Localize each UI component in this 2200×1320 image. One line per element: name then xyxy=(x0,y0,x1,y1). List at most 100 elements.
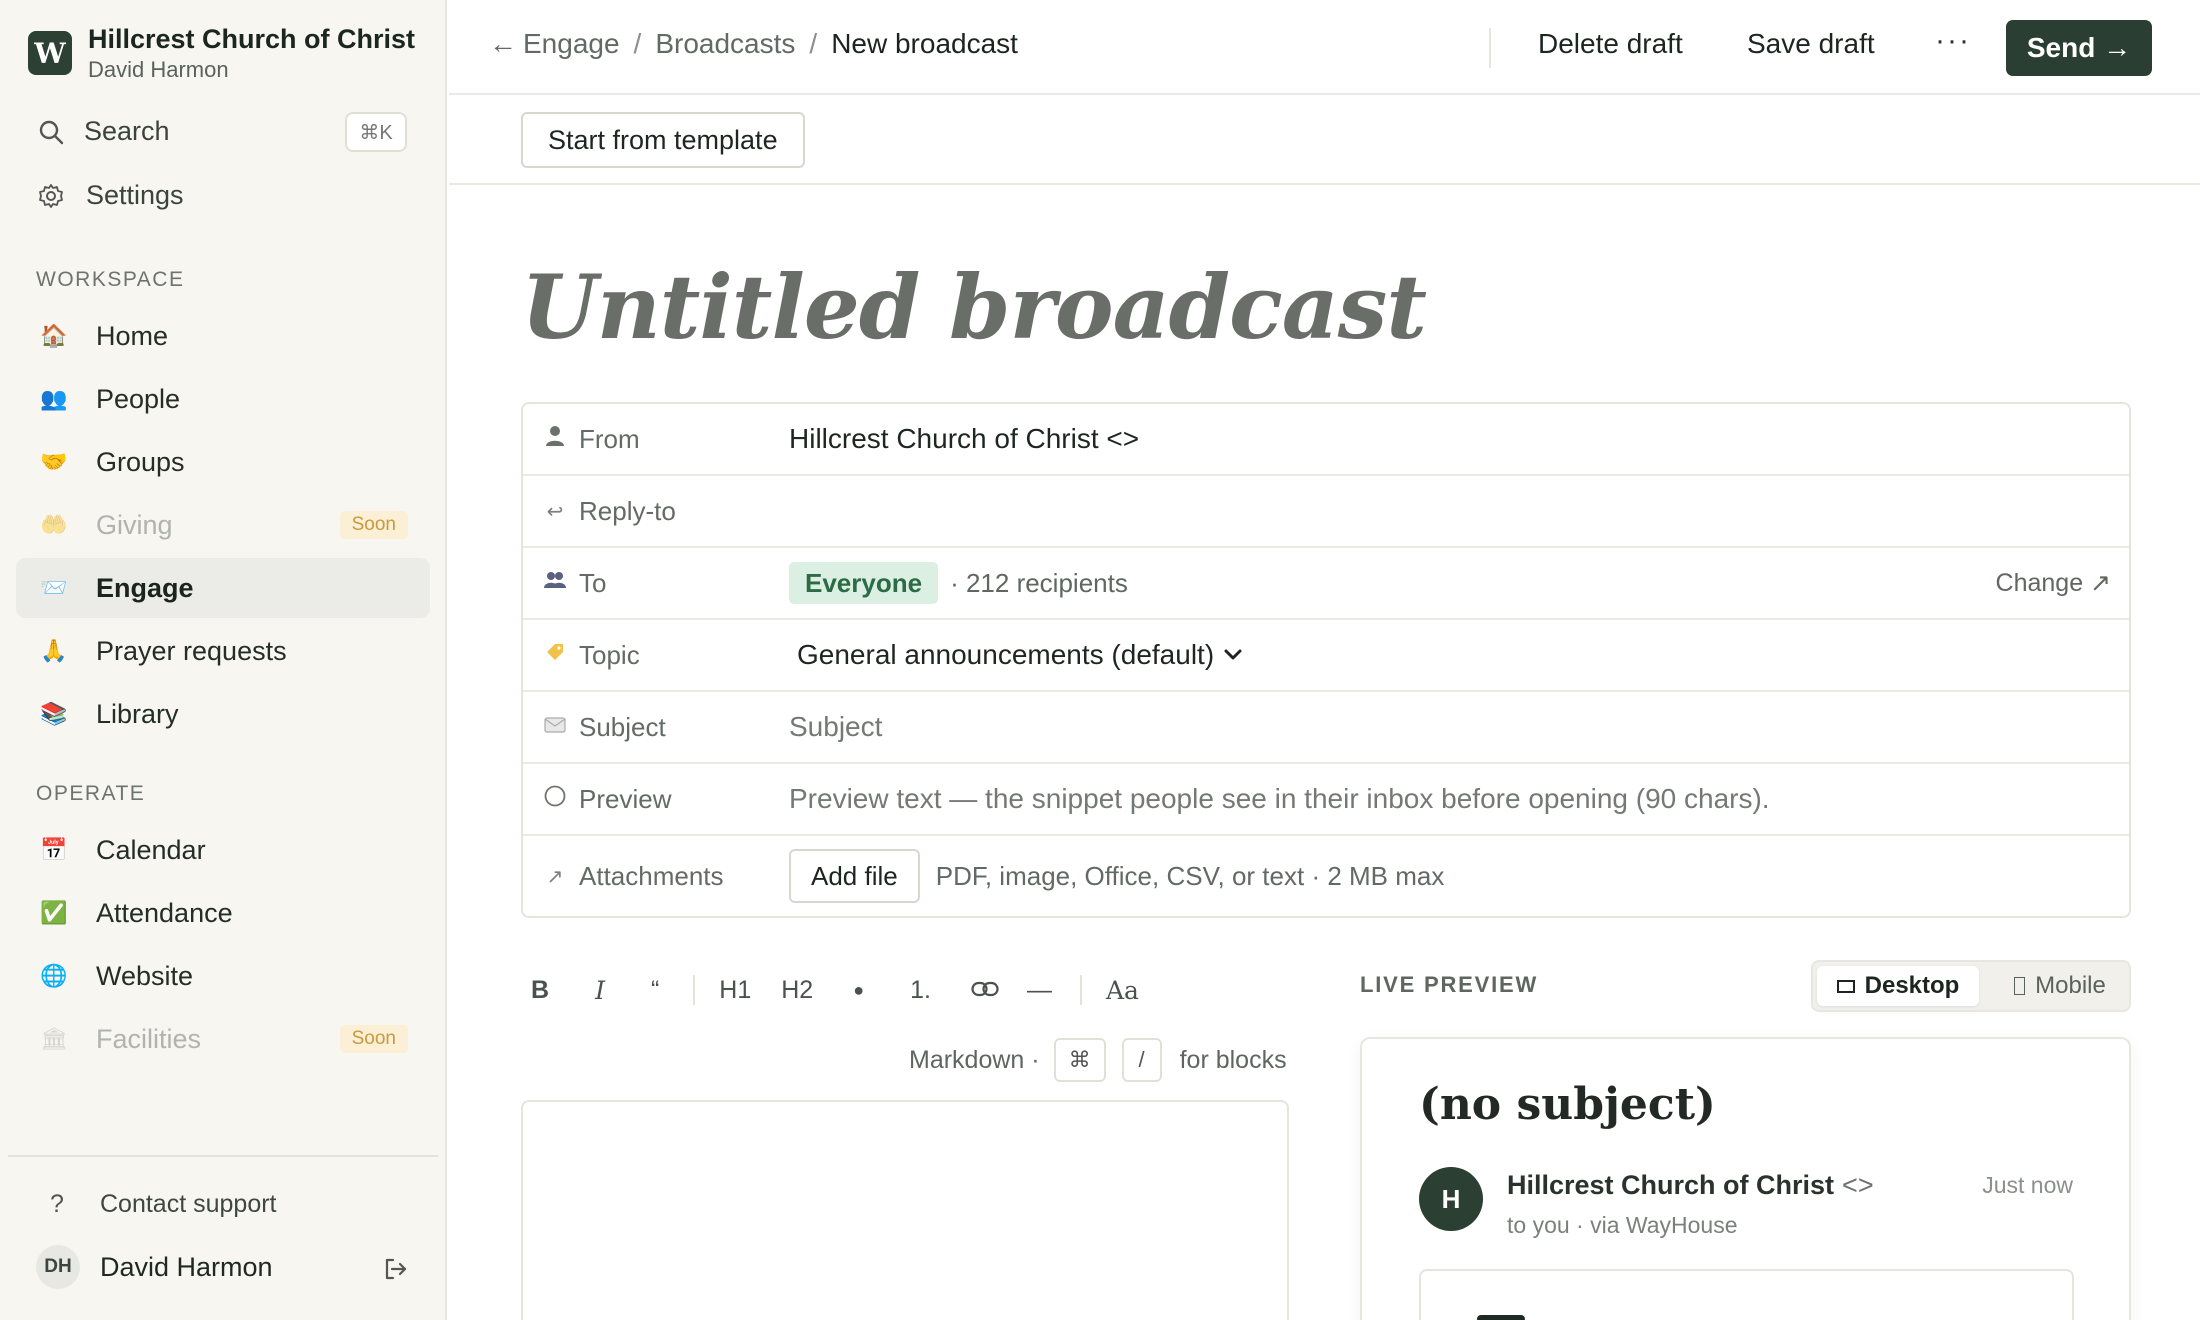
back-arrow-icon[interactable]: ← xyxy=(489,28,517,60)
add-file-button[interactable]: Add file xyxy=(789,849,920,903)
breadcrumb-broadcasts[interactable]: Broadcasts xyxy=(655,28,795,60)
main-content: ← Engage / Broadcasts / New broadcast De… xyxy=(449,0,2200,1320)
mobile-toggle[interactable]: Mobile xyxy=(1997,966,2123,1006)
preview-text-input[interactable]: Preview text — the snippet people see in… xyxy=(789,783,1770,815)
to-value: Everyone · 212 recipients xyxy=(789,562,1128,604)
link-icon[interactable] xyxy=(971,976,999,1005)
people-icon: 👥 xyxy=(40,386,68,411)
heading2-button[interactable]: H2 xyxy=(781,976,813,1005)
send-button[interactable]: Send → xyxy=(2006,20,2152,76)
message-fields: From Hillcrest Church of Christ <> ↩ Rep… xyxy=(521,402,2131,918)
desktop-toggle[interactable]: Desktop xyxy=(1817,966,1979,1006)
settings-label: Settings xyxy=(86,180,184,210)
sidebar-settings[interactable]: Settings xyxy=(36,180,184,211)
change-audience-link[interactable]: Change ↗ xyxy=(1996,568,2111,598)
slash-key: / xyxy=(1121,1038,1162,1082)
attachments-label: Attachments xyxy=(579,860,724,891)
broadcast-title[interactable]: Untitled broadcast xyxy=(521,255,1427,359)
subject-input[interactable]: Subject xyxy=(789,711,882,743)
preview-subject: (no subject) xyxy=(1419,1079,1716,1130)
sidebar-item-label: Engage xyxy=(96,572,194,603)
sidebar-item-label: Library xyxy=(96,698,179,729)
org-user: David Harmon xyxy=(88,57,229,82)
sidebar-item-facilities: 🏛 Facilities Soon xyxy=(16,1009,430,1069)
operate-heading: OPERATE xyxy=(36,782,146,805)
quote-button[interactable]: “ xyxy=(651,976,659,1005)
sidebar-item-groups[interactable]: 🤝 Groups xyxy=(16,432,430,492)
sidebar-item-engage[interactable]: 📨 Engage xyxy=(16,558,430,618)
reply-to-label: Reply-to xyxy=(579,495,676,526)
sender-avatar: H xyxy=(1419,1167,1483,1231)
sidebar-item-giving: 🤲 Giving Soon xyxy=(16,495,430,555)
sidebar-item-prayer-requests[interactable]: 🙏 Prayer requests xyxy=(16,621,430,681)
sidebar-item-people[interactable]: 👥 People xyxy=(16,369,430,429)
mobile-label: Mobile xyxy=(2035,972,2106,999)
recipient-count: · 212 recipients xyxy=(950,567,1128,598)
paperclip-icon: ↗ xyxy=(546,865,564,888)
topic-select[interactable]: General announcements (default) xyxy=(797,639,1242,671)
audience-chip[interactable]: Everyone xyxy=(789,562,939,604)
sidebar-item-home[interactable]: 🏠 Home xyxy=(16,306,430,366)
more-options-icon[interactable]: ··· xyxy=(1935,24,1971,58)
breadcrumb-engage[interactable]: Engage xyxy=(523,28,620,60)
preview-row: Preview Preview text — the snippet peopl… xyxy=(523,764,2129,836)
from-label: From xyxy=(579,423,640,454)
sidebar-item-label: Facilities xyxy=(96,1023,202,1054)
attachments-value: Add file PDF, image, Office, CSV, or tex… xyxy=(789,849,1444,903)
workspace-heading: WORKSPACE xyxy=(36,268,185,291)
sidebar-item-attendance[interactable]: ✅ Attendance xyxy=(16,883,430,943)
divider-button[interactable]: — xyxy=(1027,976,1052,1005)
people-icon xyxy=(541,571,569,595)
numbered-list-button[interactable]: 1. xyxy=(910,976,931,1005)
delete-draft-button[interactable]: Delete draft xyxy=(1538,28,1683,60)
blocks-label: for blocks xyxy=(1179,1045,1287,1074)
search-shortcut: ⌘K xyxy=(345,112,407,152)
sidebar-item-label: Groups xyxy=(96,446,185,477)
sidebar-item-calendar[interactable]: 📅 Calendar xyxy=(16,820,430,880)
current-user[interactable]: DH David Harmon xyxy=(36,1245,273,1289)
breadcrumb-separator: / xyxy=(633,28,642,59)
org-text: Hillcrest Church of Christ David Harmon xyxy=(88,22,415,84)
bold-button[interactable]: B xyxy=(531,976,549,1005)
breadcrumb-current: New broadcast xyxy=(831,28,1018,59)
heading1-button[interactable]: H1 xyxy=(719,976,751,1005)
reply-to-input[interactable] xyxy=(789,491,2089,531)
sidebar-item-library[interactable]: 📚 Library xyxy=(16,684,430,744)
preview-recipient-line: to you · via WayHouse xyxy=(1507,1212,1738,1238)
formatting-toolbar: B I “ H1 H2 ● 1. — Aa xyxy=(521,965,1139,1015)
to-row: To Everyone · 212 recipients Change ↗ xyxy=(523,548,2129,620)
attachments-hint: PDF, image, Office, CSV, or text · 2 MB … xyxy=(935,860,1445,891)
font-style-button[interactable]: Aa xyxy=(1106,976,1139,1005)
globe-icon: 🌐 xyxy=(40,963,68,988)
sidebar-search[interactable]: Search xyxy=(36,116,170,147)
org-logo: W xyxy=(28,31,72,75)
from-row: From Hillcrest Church of Christ <> xyxy=(523,404,2129,476)
start-from-template-button[interactable]: Start from template xyxy=(521,112,805,168)
email-preview-card: (no subject) H Hillcrest Church of Chris… xyxy=(1360,1037,2131,1320)
search-icon xyxy=(36,119,66,145)
sidebar-item-label: Attendance xyxy=(96,897,233,928)
save-draft-button[interactable]: Save draft xyxy=(1747,28,1875,60)
envelope-icon: 📨 xyxy=(40,575,68,600)
bullet-list-button[interactable]: ● xyxy=(853,980,864,1001)
preview-sender: Hillcrest Church of Christ <> xyxy=(1507,1170,1874,1201)
handshake-icon: 🤝 xyxy=(40,449,68,474)
gear-icon xyxy=(36,182,66,210)
sender-address: <> xyxy=(1842,1170,1874,1200)
reply-icon: ↩ xyxy=(546,500,564,523)
avatar: DH xyxy=(36,1245,80,1289)
sidebar-item-website[interactable]: 🌐 Website xyxy=(16,946,430,1006)
message-body-editor[interactable] xyxy=(521,1100,1289,1320)
contact-support-link[interactable]: ? Contact support xyxy=(16,1176,430,1232)
to-label: To xyxy=(579,567,607,598)
italic-button[interactable]: I xyxy=(595,976,605,1005)
logout-icon[interactable] xyxy=(382,1256,408,1282)
sidebar-item-label: Calendar xyxy=(96,834,206,865)
topbar: ← Engage / Broadcasts / New broadcast De… xyxy=(449,0,2200,95)
org-switcher[interactable]: W Hillcrest Church of Christ David Harmo… xyxy=(28,22,415,84)
giving-hands-icon: 🤲 xyxy=(40,512,68,537)
topic-row: Topic General announcements (default) xyxy=(523,620,2129,692)
preview-body xyxy=(1419,1269,2074,1320)
from-value[interactable]: Hillcrest Church of Christ <> xyxy=(789,423,1139,455)
sidebar-item-label: Giving xyxy=(96,509,173,540)
